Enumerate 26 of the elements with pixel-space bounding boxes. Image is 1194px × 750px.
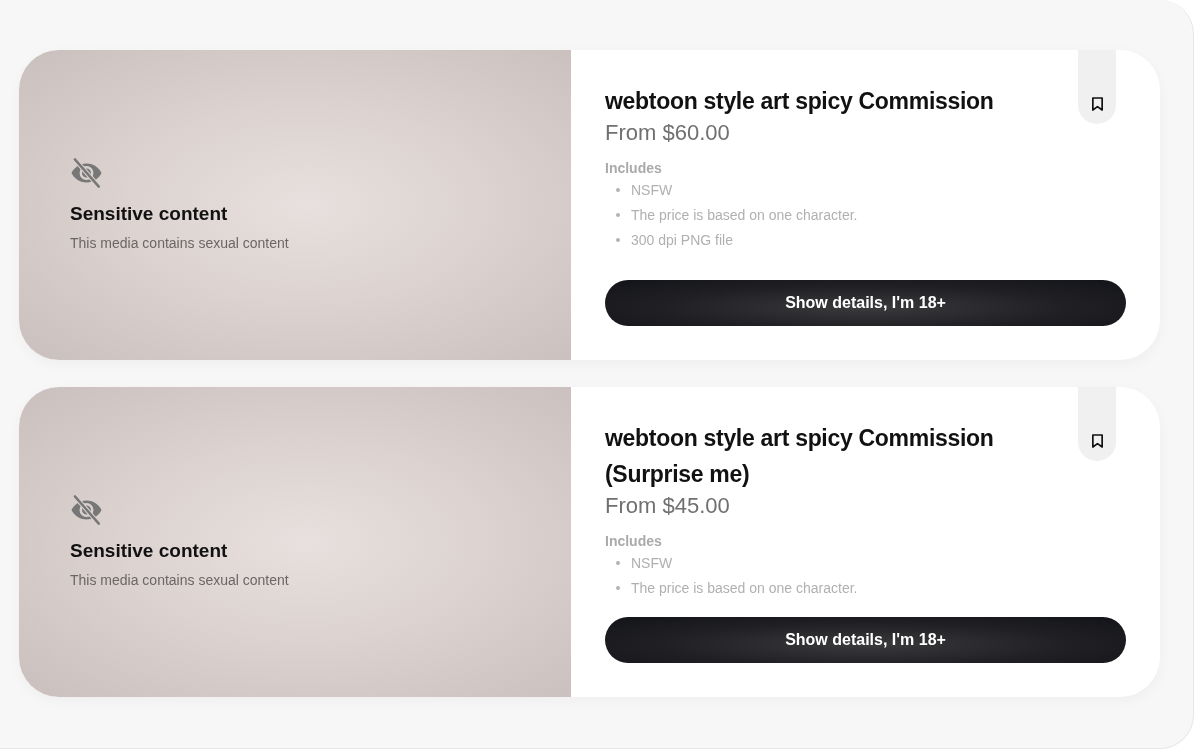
bullet-icon — [616, 560, 620, 565]
hidden-eye-icon — [70, 495, 103, 525]
includes-label: Includes — [605, 532, 662, 550]
bullet-icon — [616, 585, 620, 590]
sensitive-title: Sensitive content — [70, 539, 228, 563]
includes-item: The price is based on one character. — [631, 578, 858, 597]
show-details-button[interactable]: Show details, I'm 18+ — [605, 617, 1126, 663]
hidden-eye-icon — [70, 158, 103, 188]
listing-title: webtoon style art spicy Commission (Surprise me) — [605, 424, 995, 489]
sensitive-message: This media contains sexual content — [70, 571, 289, 589]
bookmark-button[interactable] — [1078, 387, 1116, 461]
show-details-button[interactable]: Show details, I'm 18+ — [605, 280, 1126, 326]
price-text: From $60.00 — [605, 119, 730, 147]
bullet-icon — [616, 187, 620, 192]
listing-title: webtoon style art spicy Commission — [605, 87, 994, 116]
includes-label: Includes — [605, 159, 662, 177]
sensitive-message: This media contains sexual content — [70, 234, 289, 252]
bookmark-button[interactable] — [1078, 50, 1116, 124]
includes-item: NSFW — [631, 553, 673, 572]
sensitive-title: Sensitive content — [70, 202, 228, 226]
includes-item: 300 dpi PNG file — [631, 230, 733, 249]
includes-item: The price is based on one character. — [631, 205, 858, 224]
price-text: From $45.00 — [605, 492, 730, 520]
bullet-icon — [616, 237, 620, 242]
includes-item: NSFW — [631, 180, 673, 199]
bullet-icon — [616, 212, 620, 217]
